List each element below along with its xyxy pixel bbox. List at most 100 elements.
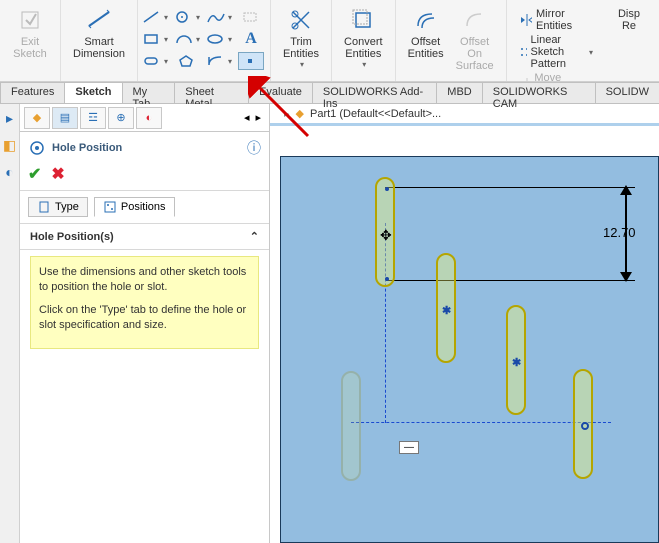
ribbon-group-offset: Offset Entities Offset On Surface bbox=[396, 0, 507, 81]
left-task-rail: ▸ ◧ ◐ bbox=[0, 104, 20, 543]
display-relations-label: Disp Re bbox=[618, 8, 640, 32]
plane-tool-icon[interactable] bbox=[238, 8, 264, 26]
tab-evaluate[interactable]: Evaluate bbox=[248, 82, 313, 103]
rail-feature-icon[interactable]: ◧ bbox=[3, 137, 16, 154]
offset-on-surface-label: Offset On Surface bbox=[456, 36, 494, 72]
panel-tab-icons: ◆ ▤ ☲ ⊕ ◐ ◂ ▸ bbox=[20, 104, 269, 132]
ribbon-group-trim: Trim Entities ▾ bbox=[271, 0, 332, 81]
display-relations-button[interactable]: Disp Re bbox=[605, 4, 653, 34]
text-tool-icon[interactable]: A bbox=[238, 30, 264, 48]
dimxpert-tab-icon[interactable]: ⊕ bbox=[108, 107, 134, 129]
help-para-1: Use the dimensions and other sketch tool… bbox=[39, 265, 250, 295]
tab-mbd[interactable]: MBD bbox=[436, 82, 482, 103]
flyout-expand-icon[interactable]: ▸ bbox=[284, 107, 290, 120]
command-tabs: Features Sketch My Tab Sheet Metal Evalu… bbox=[0, 82, 659, 104]
convert-entities-button[interactable]: Convert Entities ▾ bbox=[338, 4, 389, 71]
offset-on-surface-button[interactable]: Offset On Surface bbox=[450, 4, 500, 74]
feature-tree-tab-icon[interactable]: ◆ bbox=[24, 107, 50, 129]
dim-arrow-bot bbox=[620, 272, 632, 282]
main-area: ▸ ◧ ◐ ◆ ▤ ☲ ⊕ ◐ ◂ ▸ Hole Position ⓘ ✔ ✖ bbox=[0, 104, 659, 543]
dropdown-icon[interactable]: ▾ bbox=[362, 60, 366, 69]
help-box: Use the dimensions and other sketch tool… bbox=[30, 256, 259, 349]
linear-sketch-pattern-label: Linear Sketch Pattern bbox=[531, 34, 583, 70]
propertymanager-panel: ◆ ▤ ☲ ⊕ ◐ ◂ ▸ Hole Position ⓘ ✔ ✖ Type bbox=[20, 104, 270, 543]
dim-extension-bot bbox=[385, 280, 635, 281]
construction-line-h bbox=[351, 422, 611, 423]
mirror-entities-button[interactable]: Mirror Entities bbox=[519, 8, 593, 32]
offset-entities-button[interactable]: Offset Entities bbox=[402, 4, 450, 62]
canvas-wrap: ▸ ◆ Part1 (Default<<Default>... 12.70 ✥ bbox=[270, 104, 659, 543]
dim-extension-top bbox=[385, 187, 635, 188]
fillet-tool-icon[interactable]: ▾ bbox=[206, 52, 232, 70]
tab-cam[interactable]: SOLIDWORKS CAM bbox=[482, 82, 596, 103]
tab-my-tab[interactable]: My Tab bbox=[122, 82, 176, 103]
cancel-button[interactable]: ✖ bbox=[51, 164, 64, 184]
tab-sheet-metal[interactable]: Sheet Metal bbox=[174, 82, 249, 103]
tab-solidw[interactable]: SOLIDW bbox=[595, 82, 659, 103]
relation-tag[interactable]: — bbox=[399, 441, 419, 454]
rail-expand-icon[interactable]: ▸ bbox=[6, 110, 13, 127]
hole-wizard-icon bbox=[28, 139, 46, 157]
propertymanager-tab-icon[interactable]: ▤ bbox=[52, 107, 78, 129]
section-title: Hole Position(s) bbox=[30, 231, 114, 243]
slot-4[interactable] bbox=[573, 369, 593, 479]
config-tab-icon[interactable]: ☲ bbox=[80, 107, 106, 129]
tab-features[interactable]: Features bbox=[0, 82, 65, 103]
dropdown-icon[interactable]: ▾ bbox=[300, 60, 304, 69]
help-icon[interactable]: ⓘ bbox=[247, 138, 261, 158]
tab-type[interactable]: Type bbox=[28, 197, 88, 217]
ribbon-group-dimension: Smart Dimension bbox=[61, 0, 138, 81]
rail-history-icon[interactable]: ◐ bbox=[5, 164, 13, 180]
arc-tool-icon[interactable]: ▾ bbox=[174, 30, 200, 48]
slot-3[interactable]: ✱ bbox=[506, 305, 526, 415]
help-para-2: Click on the 'Type' tab to define the ho… bbox=[39, 303, 250, 333]
ribbon-group-pattern: Mirror Entities Linear Sketch Pattern ▾ … bbox=[507, 0, 599, 81]
dim-arrow-top bbox=[620, 185, 632, 195]
panel-title: Hole Position bbox=[52, 142, 122, 154]
type-tab-label: Type bbox=[55, 201, 79, 213]
smart-dimension-label: Smart Dimension bbox=[73, 36, 125, 60]
tab-positions[interactable]: Positions bbox=[94, 197, 175, 217]
ribbon-group-convert: Convert Entities ▾ bbox=[332, 0, 396, 81]
smart-dimension-button[interactable]: Smart Dimension bbox=[67, 4, 131, 62]
tab-sketch[interactable]: Sketch bbox=[64, 82, 122, 103]
appearance-tab-icon[interactable]: ◐ bbox=[136, 107, 162, 129]
slot-tool-icon[interactable]: ▾ bbox=[142, 52, 168, 70]
ellipse-tool-icon[interactable]: ▾ bbox=[206, 30, 232, 48]
part-face[interactable]: 12.70 ✥ ✱ ✱ bbox=[280, 156, 659, 543]
panel-nav-right-icon[interactable]: ▸ bbox=[255, 111, 261, 124]
confirm-row: ✔ ✖ bbox=[20, 162, 269, 191]
ribbon-toolbar: Exit Sketch Smart Dimension ▾ ▾ ▾ ▾ ▾ ▾ … bbox=[0, 0, 659, 82]
polygon-tool-icon[interactable] bbox=[174, 52, 200, 70]
offset-entities-label: Offset Entities bbox=[408, 36, 444, 60]
dimension-text[interactable]: 12.70 bbox=[603, 225, 636, 240]
type-tab-icon bbox=[37, 200, 51, 214]
panel-nav-left-icon[interactable]: ◂ bbox=[244, 111, 250, 124]
mirror-entities-label: Mirror Entities bbox=[536, 8, 593, 32]
rectangle-tool-icon[interactable]: ▾ bbox=[142, 30, 168, 48]
positions-tab-label: Positions bbox=[121, 201, 166, 213]
exit-sketch-label: Exit Sketch bbox=[13, 36, 47, 60]
doc-breadcrumb[interactable]: ▸ ◆ Part1 (Default<<Default>... bbox=[270, 104, 659, 126]
line-tool-icon[interactable]: ▾ bbox=[142, 8, 168, 26]
panel-header: Hole Position ⓘ bbox=[20, 132, 269, 162]
sketch-tools-grid: ▾ ▾ ▾ ▾ ▾ ▾ A ▾ ▾ bbox=[142, 4, 266, 72]
spline-tool-icon[interactable]: ▾ bbox=[206, 8, 232, 26]
slot-1[interactable]: ✥ bbox=[375, 177, 395, 287]
slot-2[interactable]: ✱ bbox=[436, 253, 456, 363]
hole-subtabs: Type Positions bbox=[20, 191, 269, 224]
tab-addins[interactable]: SOLIDWORKS Add-Ins bbox=[312, 82, 437, 103]
section-header: Hole Position(s) ⌃ bbox=[20, 224, 269, 250]
dropdown-icon[interactable]: ▾ bbox=[589, 48, 593, 57]
trim-entities-button[interactable]: Trim Entities ▾ bbox=[277, 4, 325, 71]
point-tool-icon[interactable] bbox=[238, 52, 264, 70]
linear-sketch-pattern-button[interactable]: Linear Sketch Pattern ▾ bbox=[519, 34, 593, 70]
slot-center-icon: ✱ bbox=[442, 304, 450, 312]
collapse-icon[interactable]: ⌃ bbox=[250, 230, 259, 243]
graphics-canvas[interactable]: 12.70 ✥ ✱ ✱ bbox=[270, 126, 659, 543]
ok-button[interactable]: ✔ bbox=[28, 164, 41, 184]
slot-preview bbox=[341, 371, 361, 481]
trim-entities-label: Trim Entities bbox=[283, 36, 319, 60]
circle-tool-icon[interactable]: ▾ bbox=[174, 8, 200, 26]
exit-sketch-button[interactable]: Exit Sketch bbox=[6, 4, 54, 62]
